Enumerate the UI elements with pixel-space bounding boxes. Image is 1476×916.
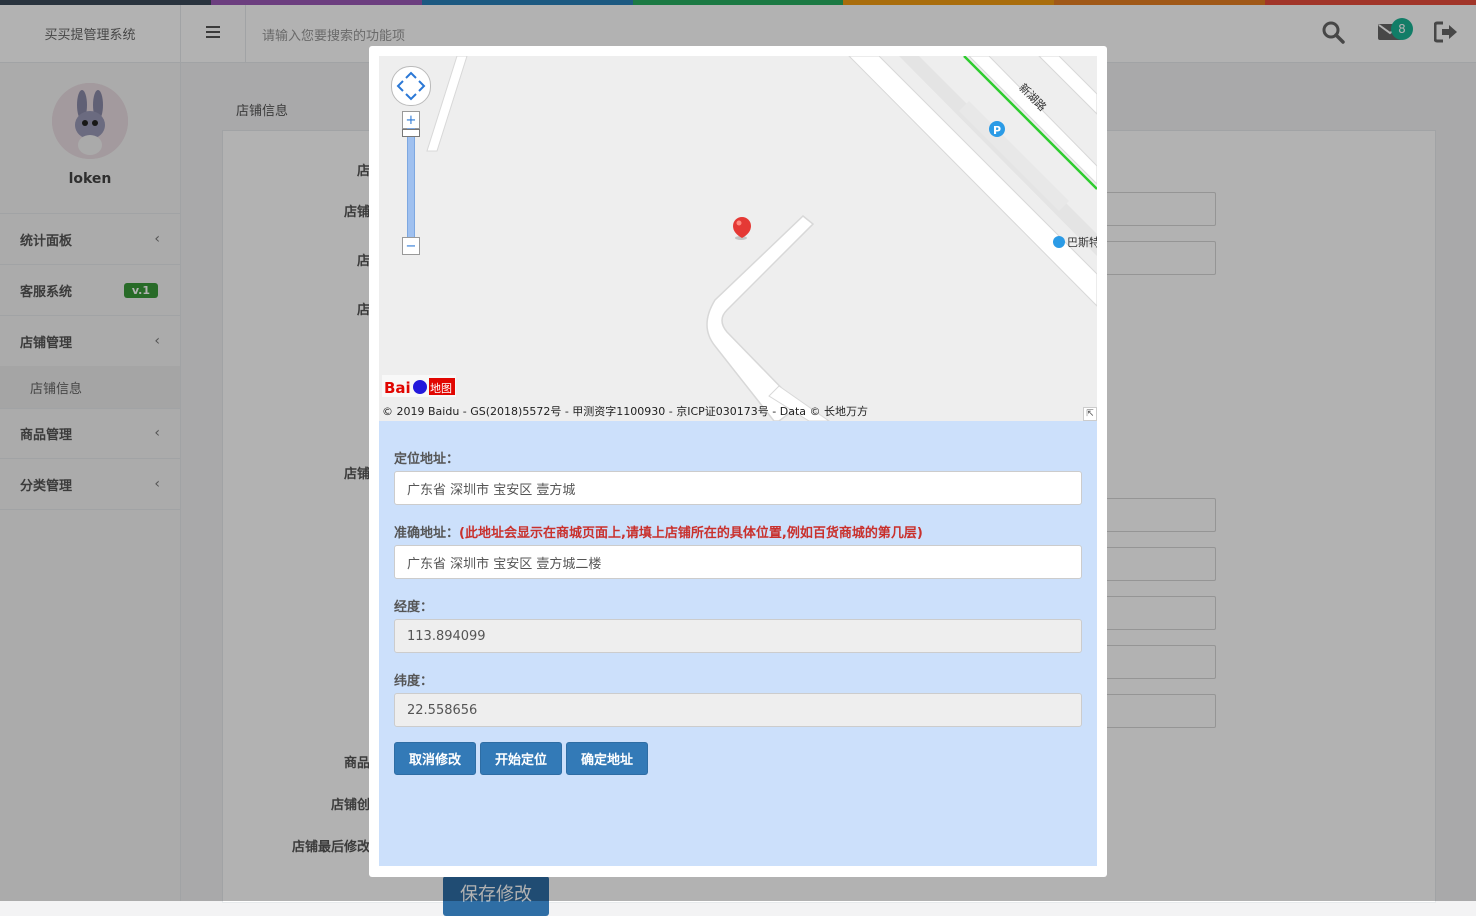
- latitude-input[interactable]: 22.558656: [394, 693, 1082, 727]
- confirm-address-button[interactable]: 确定地址: [566, 742, 648, 775]
- exact-address-hint: (此地址会显示在商城页面上,请填上店铺所在的具体位置,例如百货商城的第几层): [459, 526, 923, 541]
- zoom-slider[interactable]: [407, 128, 415, 240]
- start-locate-button[interactable]: 开始定位: [480, 742, 562, 775]
- location-modal: P 新湖路 巴斯特 + − Bai 地图 © 2019 Baidu - GS(2…: [369, 46, 1107, 877]
- latitude-label: 纬度：: [394, 674, 434, 689]
- map-poi-label: 巴斯特: [1067, 235, 1097, 249]
- baidu-logo: Bai 地图: [382, 373, 456, 399]
- svg-text:Bai: Bai: [384, 379, 411, 397]
- longitude-label: 经度：: [394, 600, 434, 615]
- svg-text:P: P: [993, 124, 1001, 137]
- locate-address-input[interactable]: 广东省 深圳市 宝安区 壹方城: [394, 471, 1082, 505]
- map-expand-icon[interactable]: ⇱: [1083, 407, 1097, 421]
- cancel-edit-button[interactable]: 取消修改: [394, 742, 476, 775]
- exact-address-label-text: 准确地址：: [394, 526, 460, 541]
- longitude-input[interactable]: 113.894099: [394, 619, 1082, 653]
- map-pan-control[interactable]: [391, 66, 431, 106]
- exact-address-label: 准确地址：(此地址会显示在商城页面上,请填上店铺所在的具体位置,例如百货商城的第…: [394, 522, 923, 541]
- baidu-map[interactable]: P 新湖路 巴斯特 + − Bai 地图 © 2019 Baidu - GS(2…: [379, 56, 1097, 421]
- address-form: 定位地址： 广东省 深圳市 宝安区 壹方城 准确地址：(此地址会显示在商城页面上…: [379, 421, 1097, 866]
- pan-arrows-icon: [396, 71, 426, 101]
- zoom-in-button[interactable]: +: [402, 111, 420, 129]
- location-pin-icon: [733, 217, 751, 240]
- svg-text:地图: 地图: [430, 382, 452, 395]
- exact-address-input[interactable]: 广东省 深圳市 宝安区 壹方城二楼: [394, 545, 1082, 579]
- locate-address-label: 定位地址：: [394, 452, 460, 467]
- zoom-slider-handle[interactable]: [402, 129, 420, 137]
- zoom-out-button[interactable]: −: [402, 237, 420, 255]
- map-copyright: © 2019 Baidu - GS(2018)5572号 - 甲测资字11009…: [382, 405, 869, 418]
